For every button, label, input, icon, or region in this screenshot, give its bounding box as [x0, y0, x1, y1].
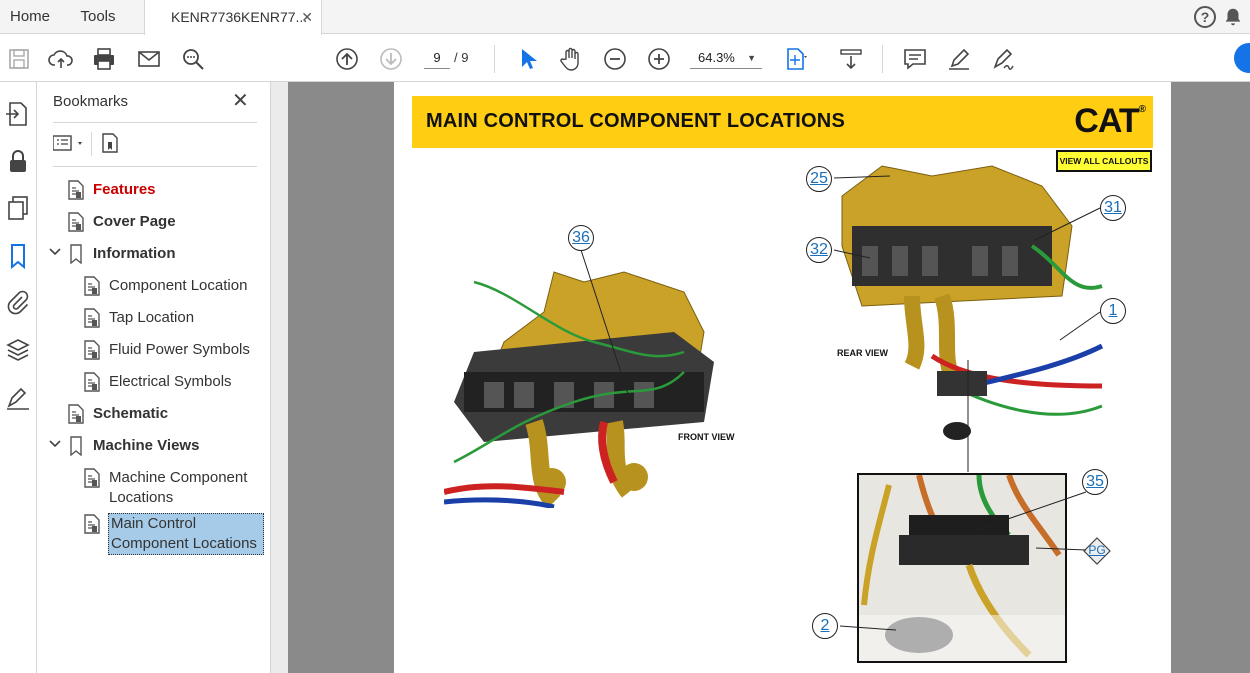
- callout-2[interactable]: 2: [812, 613, 838, 639]
- signature-tool-icon[interactable]: [4, 384, 32, 412]
- tab-home[interactable]: Home: [0, 0, 60, 34]
- print-icon[interactable]: [91, 46, 117, 72]
- bookmark-ribbon-icon: [67, 244, 85, 265]
- page-thumbnails-icon[interactable]: [4, 194, 32, 222]
- tab-tools[interactable]: Tools: [62, 0, 134, 34]
- toolbar-divider: [882, 45, 883, 73]
- page-number-input[interactable]: 9: [424, 47, 450, 69]
- bookmark-page-icon: [83, 308, 101, 328]
- help-icon[interactable]: ?: [1194, 6, 1216, 28]
- zoom-level-select[interactable]: 64.3% ▼: [690, 47, 762, 69]
- zoom-level-value: 64.3%: [698, 50, 735, 65]
- bookmark-ribbon-icon: [67, 436, 85, 457]
- close-panel-icon[interactable]: ✕: [232, 91, 249, 111]
- bookmark-page-icon: [67, 404, 85, 424]
- fit-page-icon[interactable]: [782, 46, 808, 72]
- next-page-icon[interactable]: [378, 46, 404, 72]
- hand-tool-icon[interactable]: [558, 46, 584, 72]
- save-icon[interactable]: [6, 46, 32, 72]
- chevron-down-icon[interactable]: [49, 439, 61, 451]
- bookmark-icon[interactable]: [4, 242, 32, 270]
- callout-25[interactable]: 25: [806, 166, 832, 192]
- page-header-banner: MAIN CONTROL COMPONENT LOCATIONS CAT®: [412, 96, 1153, 148]
- comment-icon[interactable]: [902, 46, 928, 72]
- notification-bell-icon[interactable]: [1222, 5, 1244, 29]
- bookmark-electrical-symbols[interactable]: Electrical Symbols: [109, 372, 232, 392]
- tab-document-label: KENR7736KENR77...: [171, 9, 308, 25]
- bookmark-machine-views[interactable]: Machine Views: [93, 436, 199, 456]
- export-pdf-icon[interactable]: [4, 100, 32, 128]
- left-navigation-rail: [0, 82, 37, 673]
- highlight-pen-icon[interactable]: [946, 46, 972, 72]
- scroll-mode-icon[interactable]: [838, 46, 864, 72]
- divider: [53, 122, 257, 123]
- bookmark-options: [52, 130, 163, 158]
- previous-page-icon[interactable]: [334, 46, 360, 72]
- bookmark-tap-location[interactable]: Tap Location: [109, 308, 194, 328]
- chevron-down-icon[interactable]: [49, 247, 61, 259]
- zoom-in-icon[interactable]: [646, 46, 672, 72]
- tab-bar: Home Tools KENR7736KENR77... ✕ ?: [0, 0, 1250, 35]
- callout-36[interactable]: 36: [568, 225, 594, 251]
- bookmark-features[interactable]: Features: [93, 180, 156, 200]
- select-cursor-icon[interactable]: [514, 46, 540, 72]
- bookmark-information[interactable]: Information: [93, 244, 176, 264]
- sign-icon[interactable]: [990, 46, 1016, 72]
- cat-logo: CAT®: [1074, 102, 1146, 140]
- bookmark-main-control-component-locations[interactable]: Main Control Component Locations: [108, 513, 264, 555]
- page-gutter: [288, 82, 394, 673]
- attachment-icon[interactable]: [4, 288, 32, 316]
- toolbar: 9 / 9 64.3% ▼: [0, 35, 1250, 82]
- bookmark-page-icon: [83, 514, 101, 534]
- bookmark-page-icon: [67, 212, 85, 232]
- bookmark-cover-page[interactable]: Cover Page: [93, 212, 176, 232]
- lock-icon[interactable]: [4, 148, 32, 176]
- bookmark-page-icon: [83, 372, 101, 392]
- inset-leader-lines: [839, 491, 1087, 631]
- close-tab-icon[interactable]: ✕: [301, 0, 313, 34]
- bookmark-fluid-power-symbols[interactable]: Fluid Power Symbols: [109, 340, 250, 360]
- leader-lines: [833, 175, 1101, 472]
- zoom-out-icon[interactable]: [602, 46, 628, 72]
- bookmark-page-icon: [83, 276, 101, 296]
- bookmark-schematic[interactable]: Schematic: [93, 404, 168, 424]
- page-title: MAIN CONTROL COMPONENT LOCATIONS: [426, 110, 845, 132]
- front-view-label: FRONT VIEW: [678, 432, 735, 442]
- bookmark-page-icon: [83, 468, 101, 488]
- bookmarks-panel: Bookmarks ✕ Features Cover Page Informat…: [37, 82, 271, 673]
- layers-icon[interactable]: [4, 336, 32, 364]
- profile-avatar[interactable]: [1234, 43, 1250, 73]
- email-icon[interactable]: [136, 46, 162, 72]
- page-gutter: [1171, 82, 1250, 673]
- find-text-icon[interactable]: [180, 46, 206, 72]
- bookmark-page-icon: [67, 180, 85, 200]
- bookmark-page-icon: [83, 340, 101, 360]
- page-total: / 9: [454, 50, 469, 65]
- upload-cloud-icon[interactable]: [48, 46, 74, 72]
- bookmark-machine-component-locations[interactable]: Machine Component Locations: [109, 468, 259, 508]
- callout-32[interactable]: 32: [806, 237, 832, 263]
- bookmark-component-location[interactable]: Component Location: [109, 276, 247, 296]
- bookmarks-panel-title: Bookmarks: [53, 93, 129, 110]
- chevron-down-icon: ▼: [747, 53, 756, 63]
- leader-line: [580, 250, 631, 401]
- divider: [53, 166, 257, 167]
- toolbar-divider: [494, 45, 495, 73]
- tab-document[interactable]: KENR7736KENR77... ✕: [144, 0, 322, 35]
